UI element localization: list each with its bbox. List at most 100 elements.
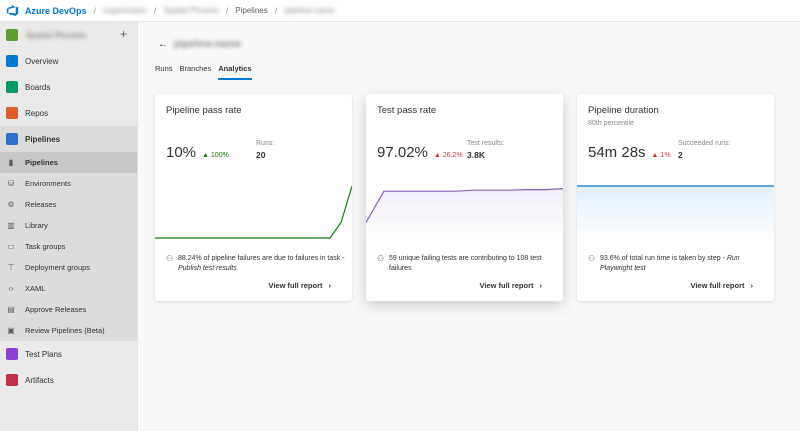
sidebar-subitem-label: Library bbox=[25, 221, 48, 230]
brand-link[interactable]: Azure DevOps bbox=[25, 6, 87, 16]
artifacts-icon bbox=[6, 374, 18, 386]
sidebar-subitem-task-groups[interactable]: ▭ Task groups bbox=[0, 236, 137, 257]
sidebar-item-label: Artifacts bbox=[25, 375, 54, 385]
main-content: ← pipeline-name Runs Branches Analytics … bbox=[138, 22, 800, 431]
xaml-icon: ‹› bbox=[8, 284, 14, 293]
card-insight: ⚇ 59 unique failing tests are contributin… bbox=[377, 254, 557, 274]
view-full-report-link[interactable]: View full report › bbox=[479, 281, 542, 290]
sidebar-item-label: Pipelines bbox=[25, 134, 61, 144]
card-title: Pipeline pass rate bbox=[166, 105, 242, 116]
sidebar-item-overview[interactable]: Overview bbox=[0, 48, 137, 74]
approve-releases-icon: ▤ bbox=[7, 305, 15, 314]
review-pipelines-icon: ▣ bbox=[7, 326, 15, 335]
insight-text-body: 93.6% of total run time is taken by step… bbox=[600, 255, 727, 262]
sidebar-subitem-environments[interactable]: ⛁ Environments bbox=[0, 173, 137, 194]
side-stat-value: 2 bbox=[678, 150, 683, 160]
breadcrumb-separator: / bbox=[225, 5, 229, 16]
releases-icon: ⚙ bbox=[7, 200, 15, 209]
environments-icon: ⛁ bbox=[7, 179, 15, 188]
metric-value: 10% bbox=[166, 144, 197, 161]
metric-delta: ▲ 1% bbox=[651, 152, 671, 159]
back-arrow-icon[interactable]: ← bbox=[158, 39, 168, 50]
breadcrumb-project[interactable]: Spatial Phoenix bbox=[163, 6, 219, 15]
tab-bar: Runs Branches Analytics bbox=[155, 64, 252, 80]
test-plans-icon bbox=[6, 348, 18, 360]
breadcrumb-separator: / bbox=[274, 5, 278, 16]
breadcrumb-separator: / bbox=[93, 5, 97, 16]
side-stat: Succeeded runs: 2 bbox=[678, 140, 731, 160]
sidebar-subitem-deployment-groups[interactable]: ⊤ Deployment groups bbox=[0, 257, 137, 278]
sidebar-subitem-library[interactable]: ▥ Library bbox=[0, 215, 137, 236]
sidebar-subitem-releases[interactable]: ⚙ Releases bbox=[0, 194, 137, 215]
side-stat: Test results: 3.8K bbox=[467, 140, 504, 160]
side-stat-label: Runs: bbox=[256, 140, 275, 147]
trend-chart bbox=[366, 188, 563, 240]
project-selector[interactable]: Spatial Phoenix + bbox=[0, 22, 137, 48]
insight-text-body: 88.24% of pipeline failures are due to f… bbox=[178, 255, 345, 262]
insight-text: 88.24% of pipeline failures are due to f… bbox=[178, 254, 346, 274]
card-title: Test pass rate bbox=[377, 105, 437, 116]
view-full-report-label: View full report bbox=[690, 281, 745, 290]
sidebar-item-pipelines[interactable]: Pipelines bbox=[0, 126, 137, 152]
view-full-report-link[interactable]: View full report › bbox=[268, 281, 331, 290]
add-icon[interactable]: + bbox=[120, 27, 127, 41]
sidebar-subitem-label: Releases bbox=[25, 200, 57, 209]
analytics-card-pipeline-pass-rate[interactable]: Pipeline pass rate 10% ▲ 100% Runs: 20 ⚇ 88.24… bbox=[155, 94, 352, 301]
sidebar-subitem-pipelines[interactable]: ▮ Pipelines bbox=[0, 152, 137, 173]
card-metric: 10% ▲ 100% bbox=[166, 144, 229, 161]
chevron-right-icon: › bbox=[328, 281, 332, 290]
boards-icon bbox=[6, 81, 18, 93]
insight-text: 59 unique failing tests are contributing… bbox=[389, 254, 557, 274]
chevron-right-icon: › bbox=[750, 281, 754, 290]
view-full-report-label: View full report bbox=[268, 281, 323, 290]
trend-area bbox=[366, 188, 563, 240]
trend-area bbox=[577, 186, 774, 240]
card-insight: ⚇ 93.6% of total run time is taken by ste… bbox=[588, 254, 768, 274]
project-name: Spatial Phoenix bbox=[26, 30, 86, 40]
insight-text-emphasis: Publish test results bbox=[178, 265, 237, 272]
task-groups-icon: ▭ bbox=[7, 242, 15, 251]
trend-line bbox=[155, 185, 352, 239]
overview-icon bbox=[6, 55, 18, 67]
sidebar-item-label: Boards bbox=[25, 82, 51, 92]
sidebar-item-label: Repos bbox=[25, 108, 49, 118]
breadcrumb-organization[interactable]: organization bbox=[103, 6, 147, 15]
view-full-report-link[interactable]: View full report › bbox=[690, 281, 753, 290]
card-metric: 54m 28s ▲ 1% bbox=[588, 144, 671, 161]
azure-devops-logo-icon[interactable] bbox=[6, 4, 19, 17]
sidebar-subitem-review-pipelines-beta[interactable]: ▣ Review Pipelines (Beta) bbox=[0, 320, 137, 341]
trend-chart bbox=[155, 185, 352, 239]
metric-value: 54m 28s bbox=[588, 144, 646, 161]
analytics-card-test-pass-rate[interactable]: Test pass rate 97.02% ▲ 26.2% Test results:… bbox=[366, 94, 563, 301]
sidebar-subitem-label: Environments bbox=[25, 179, 71, 188]
sidebar-subitem-label: Approve Releases bbox=[25, 305, 87, 314]
analytics-card-pipeline-duration[interactable]: Pipeline duration 80th percentile 54m 28s ▲… bbox=[577, 94, 774, 301]
tab-analytics[interactable]: Analytics bbox=[218, 64, 252, 80]
tab-runs[interactable]: Runs bbox=[155, 64, 173, 80]
sidebar-subitem-xaml[interactable]: ‹› XAML bbox=[0, 278, 137, 299]
sidebar-item-artifacts[interactable]: Artifacts bbox=[0, 367, 137, 393]
sidebar-item-boards[interactable]: Boards bbox=[0, 74, 137, 100]
repos-icon bbox=[6, 107, 18, 119]
card-metric: 97.02% ▲ 26.2% bbox=[377, 144, 463, 161]
metric-delta: ▲ 100% bbox=[202, 152, 229, 159]
sidebar-subitem-label: Task groups bbox=[25, 242, 66, 251]
sidebar-item-test-plans[interactable]: Test Plans bbox=[0, 341, 137, 367]
chevron-right-icon: › bbox=[539, 281, 543, 290]
insight-icon: ⚇ bbox=[377, 254, 385, 263]
tab-branches[interactable]: Branches bbox=[180, 64, 212, 80]
sidebar-subitem-label: Review Pipelines (Beta) bbox=[25, 326, 105, 335]
page-title: pipeline-name bbox=[174, 39, 242, 50]
breadcrumb-pipeline[interactable]: pipeline-name bbox=[284, 6, 334, 15]
library-icon: ▥ bbox=[7, 221, 15, 230]
breadcrumb-pipelines[interactable]: Pipelines bbox=[235, 6, 267, 15]
sidebar-subitem-approve-releases[interactable]: ▤ Approve Releases bbox=[0, 299, 137, 320]
sidebar-subitem-label: XAML bbox=[25, 284, 46, 293]
deployment-groups-icon: ⊤ bbox=[7, 263, 15, 272]
sidebar-subitem-label: Pipelines bbox=[25, 158, 58, 167]
trend-chart bbox=[577, 185, 774, 240]
side-stat-label: Test results: bbox=[467, 140, 505, 147]
sidebar-item-repos[interactable]: Repos bbox=[0, 100, 137, 126]
insight-icon: ⚇ bbox=[166, 254, 174, 263]
pipelines-icon bbox=[6, 133, 18, 145]
